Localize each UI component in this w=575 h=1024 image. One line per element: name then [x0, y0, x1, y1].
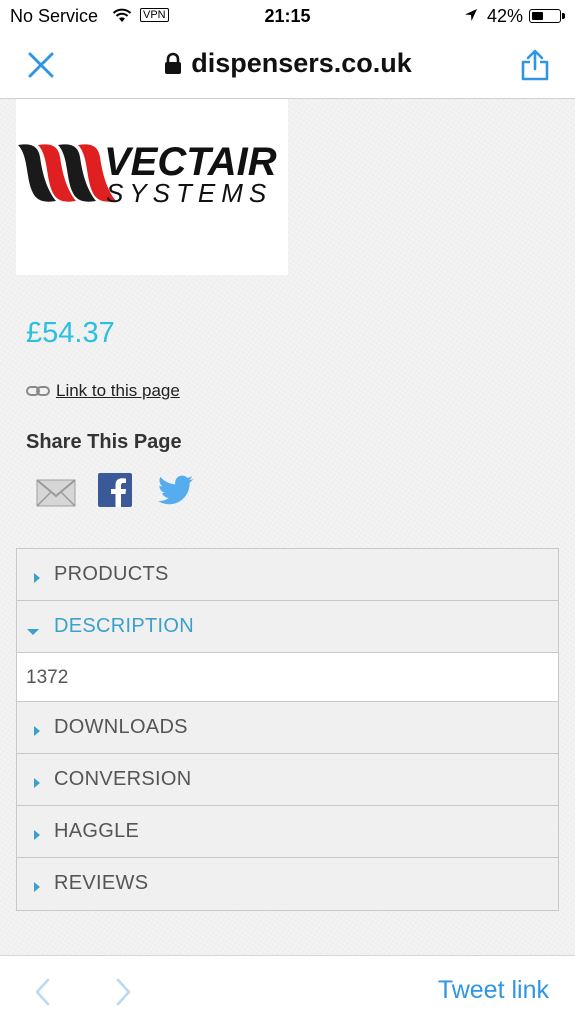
browser-nav-bar: dispensers.co.uk: [0, 32, 575, 99]
vectair-logo: VECTAIR SYSTEMS: [18, 140, 277, 208]
lock-icon: [163, 50, 183, 81]
accordion-conversion[interactable]: CONVERSION: [17, 754, 558, 806]
accordion-label: DESCRIPTION: [54, 615, 194, 637]
product-image: VECTAIR SYSTEMS: [16, 99, 288, 275]
accordion-label: REVIEWS: [54, 872, 149, 894]
product-accordion: PRODUCTS DESCRIPTION 1372 DOWNLOADS CONV…: [16, 548, 559, 911]
caret-right-icon: [33, 775, 41, 793]
share-icon[interactable]: [518, 48, 552, 87]
logo-text-2: SYSTEMS: [106, 178, 272, 208]
caret-right-icon: [33, 879, 41, 897]
accordion-label: CONVERSION: [54, 768, 192, 790]
twitter-icon[interactable]: [158, 475, 194, 512]
accordion-downloads[interactable]: DOWNLOADS: [17, 702, 558, 754]
accordion-products[interactable]: PRODUCTS: [17, 549, 558, 601]
location-arrow-icon: [463, 7, 479, 28]
accordion-label: HAGGLE: [54, 820, 140, 842]
share-heading: Share This Page: [26, 431, 182, 453]
forward-arrow-icon[interactable]: [116, 978, 132, 1011]
status-bar: No Service VPN 21:15 42%: [0, 0, 575, 32]
description-text: 1372: [26, 667, 69, 688]
permalink[interactable]: Link to this page: [26, 381, 180, 401]
accordion-description[interactable]: DESCRIPTION: [17, 601, 558, 653]
accordion-label: PRODUCTS: [54, 563, 169, 585]
url-text: dispensers.co.uk: [191, 48, 412, 78]
accordion-reviews[interactable]: REVIEWS: [17, 858, 558, 910]
facebook-icon[interactable]: [98, 473, 132, 512]
caret-down-icon: [27, 623, 39, 641]
accordion-haggle[interactable]: HAGGLE: [17, 806, 558, 858]
page-content: VECTAIR SYSTEMS £54.37 Link to this page…: [0, 99, 575, 955]
email-icon[interactable]: [36, 479, 76, 512]
link-to-page-label[interactable]: Link to this page: [56, 381, 180, 400]
description-content: 1372: [17, 653, 558, 702]
battery-icon: [529, 9, 565, 23]
caret-right-icon: [33, 570, 41, 588]
caret-right-icon: [33, 723, 41, 741]
caret-right-icon: [33, 827, 41, 845]
bottom-toolbar: Tweet link: [0, 955, 575, 1024]
url-display[interactable]: dispensers.co.uk: [0, 48, 575, 81]
tweet-link-button[interactable]: Tweet link: [438, 976, 549, 1005]
chain-link-icon: [26, 386, 50, 396]
battery-percentage: 42%: [487, 6, 524, 26]
back-arrow-icon[interactable]: [34, 978, 50, 1011]
product-price: £54.37: [26, 317, 115, 349]
accordion-label: DOWNLOADS: [54, 716, 188, 738]
